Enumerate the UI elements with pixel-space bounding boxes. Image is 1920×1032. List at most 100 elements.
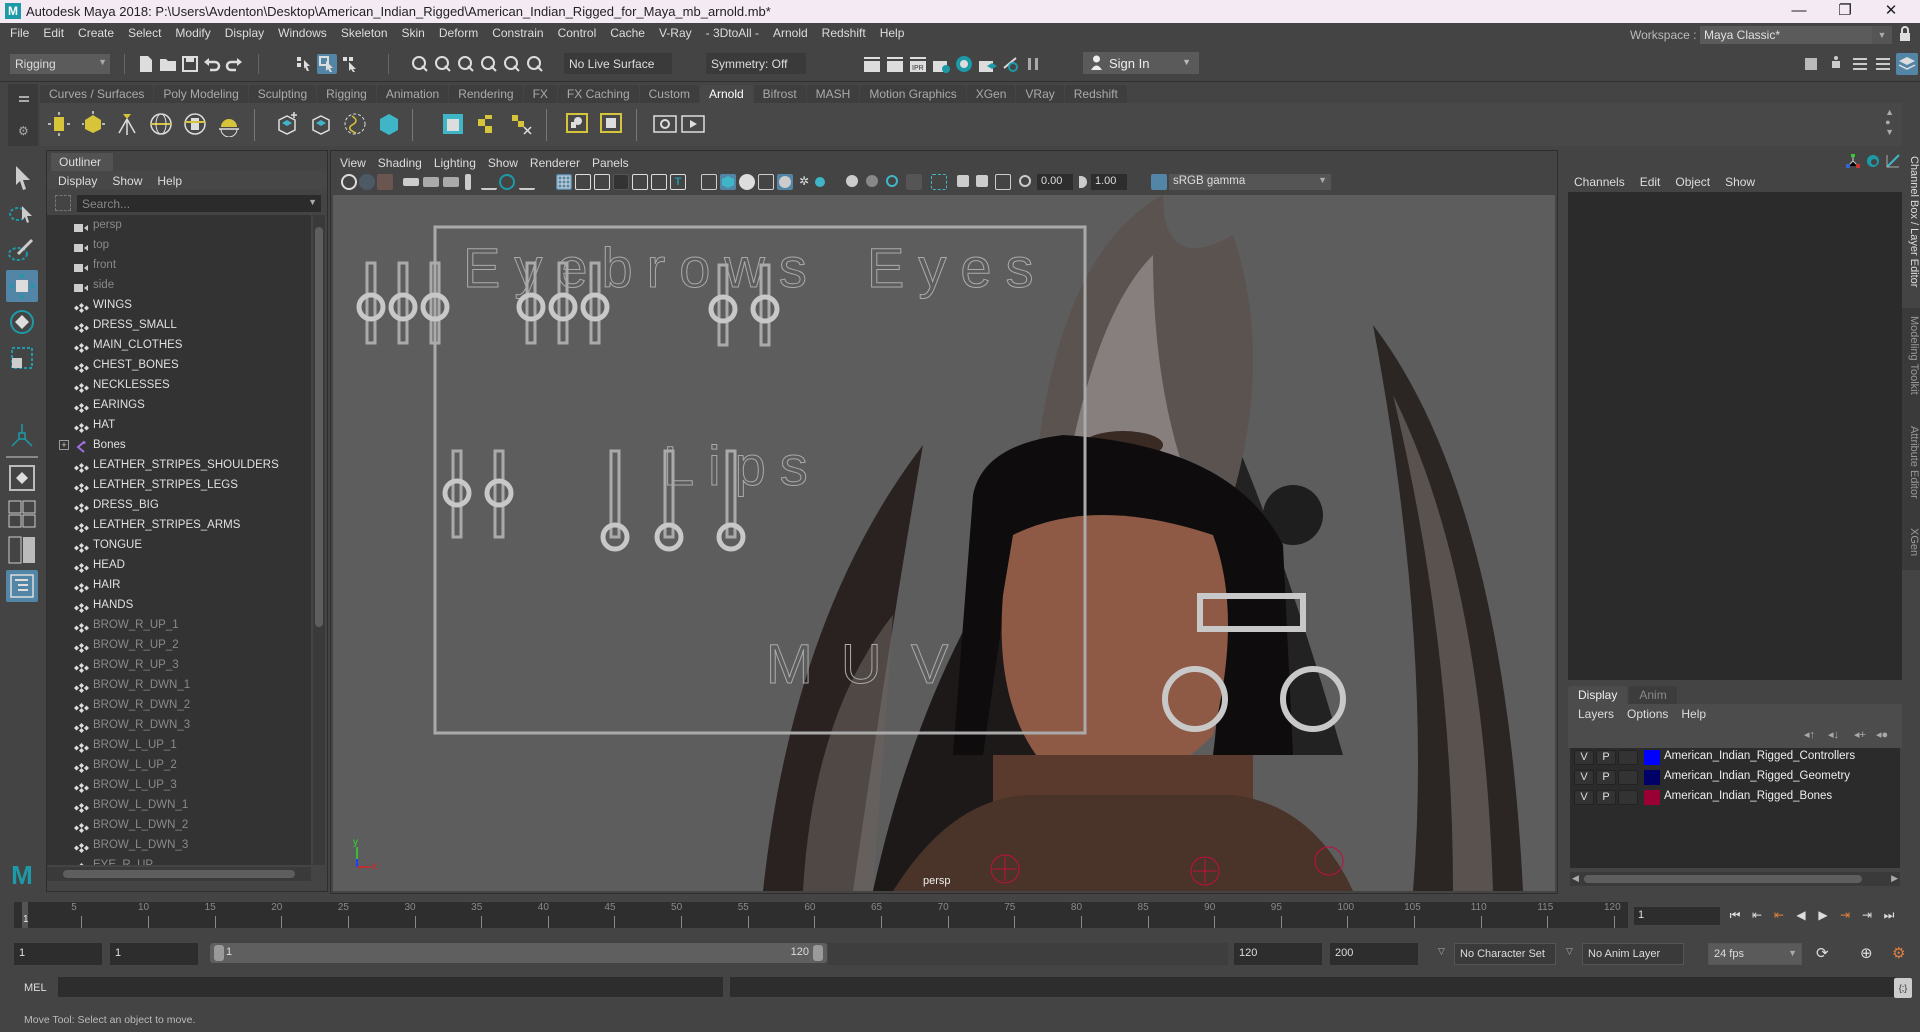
slider-knob[interactable] [356,292,386,322]
new-layer-selected-icon[interactable]: ◂● [1876,728,1888,741]
outliner-menu-help[interactable]: Help [146,171,182,188]
menu-help[interactable]: Help [873,23,912,45]
menu-control[interactable]: Control [551,23,604,45]
menu-redshift[interactable]: Redshift [815,23,873,45]
sign-in-button[interactable]: Sign In ▼ [1083,52,1199,74]
layer-editor-icon[interactable] [1866,154,1880,168]
scene-start-field[interactable]: 1 [14,943,102,965]
menu-modify[interactable]: Modify [168,23,217,45]
outliner-item[interactable]: BROW_L_DWN_2 [47,815,311,835]
outliner-item[interactable]: LEATHER_STRIPES_LEGS [47,475,311,495]
bookmarks-icon[interactable] [377,174,393,190]
filter-icon[interactable] [55,195,71,211]
outliner-item[interactable]: NECKLESSES [47,375,311,395]
channel-box-icon[interactable] [1846,154,1860,168]
minimize-button[interactable]: — [1776,0,1822,23]
shelf-tab-mash[interactable]: MASH [806,85,860,103]
loop-icon[interactable]: ⟳ [1816,944,1829,962]
outliner-vertical-scrollbar[interactable] [313,215,325,865]
outliner-horizontal-scrollbar[interactable] [47,867,311,881]
anim-layer-dropdown[interactable]: No Anim Layer [1582,943,1684,965]
play-backwards-icon[interactable]: ◀ [1794,908,1808,924]
side-tab-channel-box[interactable]: Channel Box / Layer Editor [1902,150,1920,308]
photometric-light-icon[interactable] [114,111,140,137]
playback-start-field[interactable]: 1 [110,943,198,965]
layer-playback-toggle[interactable]: P [1596,770,1616,785]
create-standin-icon[interactable] [274,111,300,137]
side-tab-xgen[interactable]: XGen [1902,522,1920,570]
shelf-tab-motion-graphics[interactable]: Motion Graphics [860,85,966,103]
layer-row[interactable]: V P American_Indian_Rigged_Geometry [1570,768,1900,788]
scrollbar-thumb[interactable] [1584,875,1862,883]
go-to-start-icon[interactable]: ⏮ [1728,908,1742,924]
outliner-item[interactable]: BROW_L_UP_2 [47,755,311,775]
move-layer-up-icon[interactable]: ◂↑ [1804,728,1815,741]
outliner-item[interactable]: BROW_R_DWN_1 [47,675,311,695]
script-editor-icon[interactable]: {;} [1894,978,1912,998]
cb-menu-edit[interactable]: Edit [1628,172,1661,189]
outliner-item[interactable]: LEATHER_STRIPES_SHOULDERS [47,455,311,475]
snap-curve-icon[interactable] [433,54,453,74]
anti-aliasing-icon[interactable] [886,175,898,187]
undo-icon[interactable] [202,54,222,74]
outliner-menu-display[interactable]: Display [47,171,97,188]
scroll-left-icon[interactable]: ◀ [1572,873,1579,884]
layer-visibility-toggle[interactable]: V [1574,790,1594,805]
xray-joints-icon[interactable] [976,175,988,187]
isolate-select-icon[interactable] [931,174,947,190]
xray-components-icon[interactable] [995,174,1011,190]
command-input[interactable] [58,977,723,997]
paint-select-tool-icon[interactable] [6,234,38,266]
side-tab-modeling-toolkit[interactable]: Modeling Toolkit [1902,310,1920,418]
range-start-handle[interactable] [214,945,224,961]
mesh-light-icon[interactable] [80,111,106,137]
slider-knob[interactable] [484,478,514,508]
vp-menu-view[interactable]: View [331,153,366,170]
step-back-key-icon[interactable]: ⇤ [1772,908,1786,924]
outliner-item[interactable]: BROW_R_DWN_2 [47,695,311,715]
shelf-tab-animation[interactable]: Animation [376,85,449,103]
outliner-item[interactable]: TONGUE [47,535,311,555]
shelf-tab-bifrost[interactable]: Bifrost [753,85,806,103]
command-language-label[interactable]: MEL [24,982,47,994]
cb-menu-channels[interactable]: Channels [1562,172,1625,189]
txmanager-icon[interactable] [474,111,500,137]
scroll-right-icon[interactable]: ▶ [1891,873,1898,884]
outliner-item[interactable]: BROW_R_UP_1 [47,615,311,635]
shelf-tab-xgen[interactable]: XGen [966,85,1016,103]
single-perspective-layout-icon[interactable] [6,462,38,494]
menu-3dtoall[interactable]: - 3DtoAll - [699,23,766,45]
camera-attributes-icon[interactable] [359,174,375,190]
2d-pan-zoom-icon[interactable] [499,174,515,190]
le-menu-options[interactable]: Options [1617,704,1668,721]
le-menu-layers[interactable]: Layers [1568,704,1614,721]
snap-projected-center-icon[interactable] [479,54,499,74]
scrollbar-thumb[interactable] [315,227,323,627]
outliner-menu-show[interactable]: Show [101,171,142,188]
shelf-tab-vray[interactable]: VRay [1016,85,1064,103]
layer-visibility-toggle[interactable]: V [1574,770,1594,785]
make-live-icon[interactable] [525,54,545,74]
symmetry-dropdown[interactable]: Symmetry: Off [706,53,806,74]
select-component-icon[interactable] [340,54,360,74]
persp-outliner-layout-icon[interactable] [6,534,38,566]
menu-create[interactable]: Create [71,23,121,45]
camera-icon[interactable] [403,178,419,186]
layer-tab-anim[interactable]: Anim [1629,686,1677,704]
safe-title-icon[interactable]: T [670,174,686,190]
bookmark-icon[interactable] [465,174,471,190]
shelf-tab-fx-caching[interactable]: FX Caching [557,85,639,103]
select-hierarchy-icon[interactable] [294,54,314,74]
lock-camera-icon[interactable] [423,177,439,187]
outliner-item[interactable]: HEAD [47,555,311,575]
outliner-item[interactable]: BROW_L_UP_1 [47,735,311,755]
save-scene-icon[interactable] [180,54,200,74]
skydome-light-icon[interactable] [148,111,174,137]
show-manipulator-icon[interactable] [6,420,38,452]
scrollbar-thumb[interactable] [63,870,295,878]
vp-menu-show[interactable]: Show [479,153,518,170]
layer-visibility-toggle[interactable]: V [1574,750,1594,765]
playback-end-field[interactable]: 120 [1234,943,1322,965]
outliner-item[interactable]: top [47,235,311,255]
shelf-settings-icon[interactable]: ⚙ [18,124,29,138]
